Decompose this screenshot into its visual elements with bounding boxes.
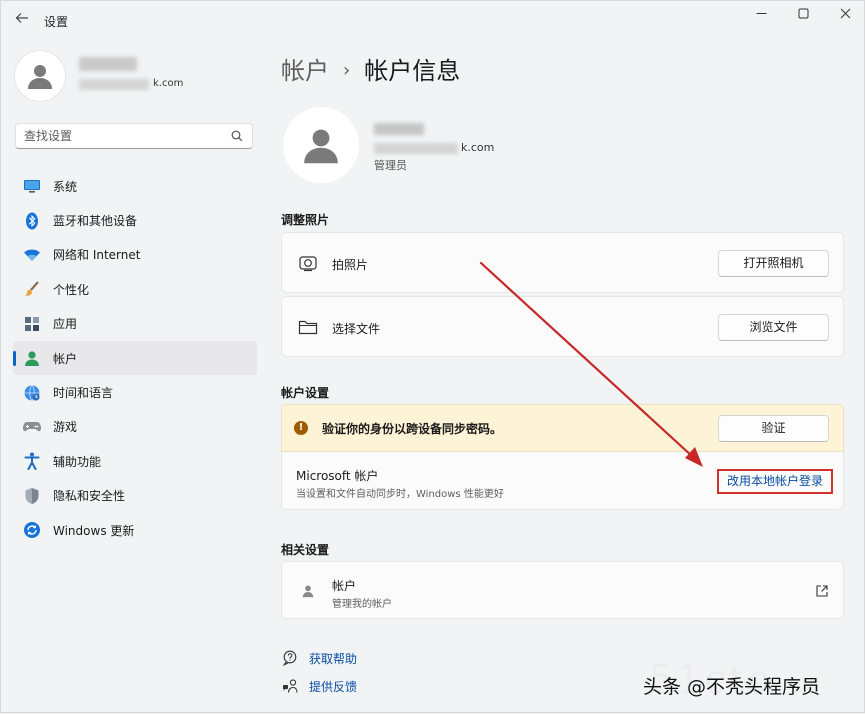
sidebar-item-label: 帐户: [53, 351, 78, 366]
redacted-account-name: [374, 123, 424, 135]
sidebar-nav: 系统 蓝牙和其他设备 网络和 Internet 个性化 应用 帐户 时间和语言 …: [13, 169, 257, 547]
profile-email-suffix: k.com: [153, 78, 184, 89]
search-input[interactable]: [24, 127, 224, 145]
verify-button[interactable]: 验证: [718, 415, 829, 442]
account-avatar: [283, 107, 359, 183]
give-feedback-link[interactable]: 提供反馈: [281, 677, 357, 695]
give-feedback-label: 提供反馈: [309, 679, 358, 694]
sidebar-item-accessibility[interactable]: 辅助功能: [13, 444, 257, 478]
breadcrumb-separator: ›: [343, 60, 351, 81]
maximize-button[interactable]: [794, 6, 812, 26]
author-watermark: 头条 @不秃头程序员: [643, 676, 821, 698]
breadcrumb-parent-link[interactable]: 帐户: [281, 57, 329, 85]
section-title-photo: 调整照片: [281, 213, 330, 227]
microsoft-account-description: 当设置和文件自动同步时，Windows 性能更好: [296, 489, 504, 500]
manage-accounts-description: 管理我的帐户: [332, 599, 392, 610]
globe-clock-icon: [24, 384, 40, 401]
search-box[interactable]: [15, 123, 253, 149]
sidebar-item-system[interactable]: 系统: [13, 169, 257, 203]
minimize-icon: [756, 13, 766, 14]
accessibility-icon: [24, 452, 40, 471]
choose-file-label: 选择文件: [332, 322, 381, 336]
person-icon: [302, 585, 314, 598]
breadcrumb: 帐户 › 帐户信息: [281, 51, 460, 86]
switch-to-local-account-link[interactable]: 改用本地帐户登录: [717, 469, 833, 494]
sidebar-item-label: 网络和 Internet: [53, 248, 141, 263]
redacted-user-name: [79, 57, 137, 71]
user-avatar-icon: [28, 65, 52, 89]
search-icon[interactable]: [230, 129, 244, 143]
sidebar-item-label: 隐私和安全性: [53, 489, 126, 504]
section-title-account-settings: 帐户设置: [281, 386, 330, 400]
close-icon: [840, 8, 850, 19]
app-title: 设置: [44, 15, 69, 29]
sidebar-item-label: 时间和语言: [53, 386, 114, 401]
verify-warning-banner: ! 验证你的身份以跨设备同步密码。 验证: [281, 404, 844, 452]
person-icon: [25, 351, 39, 367]
sidebar-item-personalization[interactable]: 个性化: [13, 272, 257, 306]
folder-icon: [298, 320, 318, 334]
manage-accounts-title: 帐户: [332, 579, 357, 593]
microsoft-account-title: Microsoft 帐户: [296, 469, 379, 483]
redacted-user-email: [79, 79, 149, 90]
profile-avatar[interactable]: [15, 51, 65, 101]
camera-icon: [299, 256, 317, 272]
sidebar-item-accounts[interactable]: 帐户: [13, 340, 257, 376]
user-avatar-icon: [304, 129, 338, 164]
monitor-icon: [24, 180, 40, 193]
sidebar-item-label: Windows 更新: [53, 523, 135, 538]
shield-icon: [25, 487, 39, 504]
sidebar-item-label: 应用: [53, 317, 78, 332]
sidebar-item-label: 个性化: [53, 282, 90, 297]
help-chat-icon: [282, 650, 297, 666]
sidebar: k.com 系统 蓝牙和其他设备 网络和 Internet 个性化: [1, 39, 263, 714]
arrow-left-icon: [15, 13, 28, 23]
sidebar-item-network[interactable]: 网络和 Internet: [13, 238, 257, 272]
manage-accounts-card[interactable]: 帐户 管理我的帐户: [281, 561, 844, 619]
brush-icon: [25, 281, 39, 297]
get-help-label: 获取帮助: [309, 651, 358, 666]
external-link-icon[interactable]: [815, 584, 829, 598]
sidebar-item-time-language[interactable]: 时间和语言: [13, 375, 257, 409]
take-photo-card: 拍照片 打开照相机: [281, 232, 844, 293]
account-email-suffix: k.com: [461, 141, 495, 154]
account-role: 管理员: [374, 159, 407, 172]
get-help-link[interactable]: 获取帮助: [281, 649, 357, 667]
open-camera-button[interactable]: 打开照相机: [718, 250, 829, 277]
verify-warning-text: 验证你的身份以跨设备同步密码。: [322, 422, 503, 436]
wifi-icon: [24, 249, 40, 261]
sidebar-item-label: 辅助功能: [53, 454, 102, 469]
bluetooth-icon: [26, 212, 38, 230]
sync-icon: [24, 522, 40, 539]
title-bar: 设置: [1, 1, 865, 39]
page-title: 帐户信息: [364, 57, 461, 85]
main-content: 帐户 › 帐户信息 k.com 管理员 调整照片 拍照片 打开照相机 选择文件 浏览…: [281, 39, 846, 714]
sidebar-item-windows-update[interactable]: Windows 更新: [13, 513, 257, 547]
close-button[interactable]: [836, 6, 854, 26]
settings-window: 设置 k.com 系统: [0, 0, 865, 713]
gamepad-icon: [23, 421, 41, 432]
back-button[interactable]: [11, 9, 33, 31]
sidebar-item-label: 游戏: [53, 420, 78, 435]
sidebar-item-label: 系统: [53, 179, 78, 194]
sidebar-item-gaming[interactable]: 游戏: [13, 410, 257, 444]
choose-file-card: 选择文件 浏览文件: [281, 296, 844, 357]
sidebar-item-bluetooth[interactable]: 蓝牙和其他设备: [13, 203, 257, 237]
sidebar-item-privacy[interactable]: 隐私和安全性: [13, 479, 257, 513]
warning-icon: !: [294, 421, 308, 435]
apps-icon: [25, 316, 39, 331]
redacted-account-email: [374, 143, 458, 154]
minimize-button[interactable]: [752, 6, 770, 26]
window-controls: [752, 6, 854, 26]
microsoft-account-card: Microsoft 帐户 当设置和文件自动同步时，Windows 性能更好 改用…: [281, 452, 844, 510]
feedback-icon: [283, 679, 298, 693]
browse-files-button[interactable]: 浏览文件: [718, 314, 829, 341]
maximize-icon: [798, 8, 808, 19]
take-photo-label: 拍照片: [332, 258, 369, 272]
section-title-related: 相关设置: [281, 543, 330, 557]
sidebar-item-label: 蓝牙和其他设备: [53, 214, 138, 229]
sidebar-item-apps[interactable]: 应用: [13, 307, 257, 341]
